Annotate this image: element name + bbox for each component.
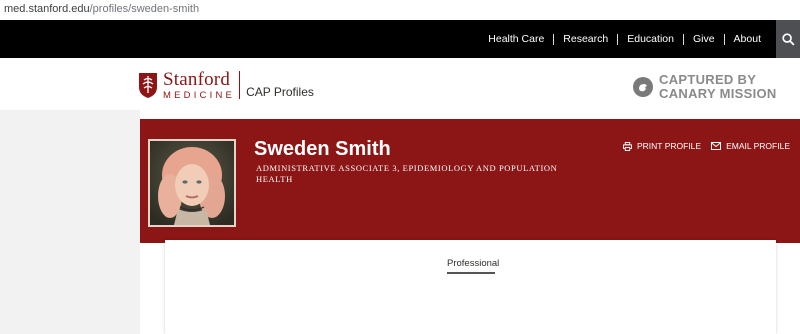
profile-photo: [148, 139, 236, 227]
email-profile-label: EMAIL PROFILE: [726, 141, 790, 151]
url-text[interactable]: med.stanford.edu/profiles/sweden-smith: [4, 3, 199, 15]
email-profile-button[interactable]: EMAIL PROFILE: [711, 141, 790, 151]
search-button[interactable]: [776, 20, 800, 58]
canary-line-1: CAPTURED BY: [659, 72, 757, 87]
canary-badge-icon: [633, 77, 653, 97]
logo-stanford-text: Stanford: [163, 69, 231, 90]
nav-separator: [553, 33, 555, 45]
tab-professional[interactable]: Professional: [447, 258, 499, 269]
top-nav-links: Health Care Research Education Give Abou…: [479, 20, 770, 58]
cap-profiles-label: CAP Profiles: [246, 85, 314, 99]
profile-name: Sweden Smith: [254, 138, 391, 160]
search-icon: [781, 32, 795, 46]
canary-mission-overlay: CAPTURED BY CANARY MISSION: [633, 73, 777, 101]
url-domain: med.stanford.edu: [4, 3, 90, 15]
profile-title: ADMINISTRATIVE ASSOCIATE 3, EPIDEMIOLOGY…: [256, 163, 558, 184]
site-header: Stanford MEDICINE CAP Profiles CAPTURED …: [0, 58, 800, 110]
stanford-medicine-logo[interactable]: Stanford MEDICINE CAP Profiles: [138, 69, 314, 102]
nav-separator: [723, 33, 725, 45]
canary-overlay-text: CAPTURED BY CANARY MISSION: [659, 73, 777, 101]
nav-separator: [617, 33, 619, 45]
nav-give[interactable]: Give: [684, 33, 724, 45]
nav-separator: [682, 33, 684, 45]
profile-actions: PRINT PROFILE EMAIL PROFILE: [613, 141, 790, 151]
profile-content-card: Professional: [165, 240, 776, 334]
canary-line-2: CANARY MISSION: [659, 86, 777, 101]
browser-address-bar[interactable]: med.stanford.edu/profiles/sweden-smith: [0, 0, 800, 20]
logo-divider: [239, 71, 241, 99]
top-navigation: Health Care Research Education Give Abou…: [0, 20, 800, 58]
logo-medicine-text: MEDICINE: [163, 90, 236, 101]
print-profile-button[interactable]: PRINT PROFILE: [622, 141, 702, 151]
logo-wordmark: Stanford MEDICINE: [163, 69, 236, 102]
print-profile-label: PRINT PROFILE: [636, 141, 702, 151]
nav-about[interactable]: About: [725, 33, 770, 45]
profile-banner: Sweden Smith ADMINISTRATIVE ASSOCIATE 3,…: [140, 119, 800, 243]
nav-education[interactable]: Education: [618, 33, 683, 45]
active-tab-indicator: [447, 272, 495, 274]
stanford-tree-seal-icon: [139, 73, 157, 98]
nav-health-care[interactable]: Health Care: [479, 33, 553, 45]
email-icon: [711, 142, 722, 150]
url-path: /profiles/sweden-smith: [89, 3, 200, 15]
printer-icon: [622, 141, 632, 151]
nav-research[interactable]: Research: [554, 33, 617, 45]
left-gutter: [0, 110, 140, 334]
